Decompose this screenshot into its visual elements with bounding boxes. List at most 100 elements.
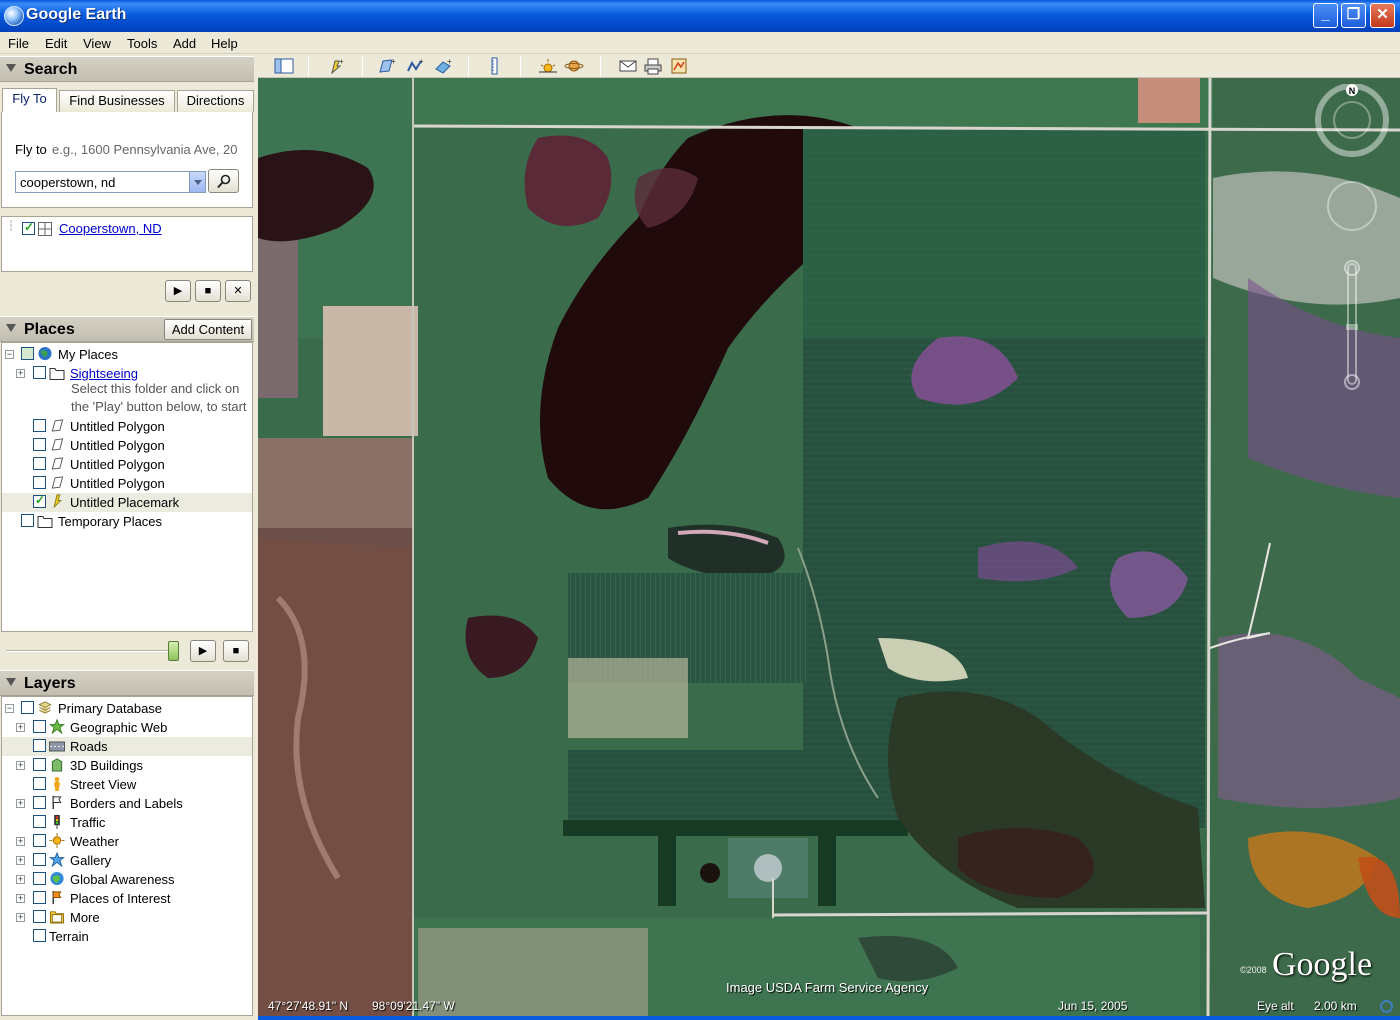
item-checkbox[interactable] (33, 366, 46, 379)
zoom-out-icon[interactable] (1344, 374, 1360, 390)
tab-directions[interactable]: Directions (177, 90, 254, 112)
layer-primary-database[interactable]: − Primary Database (2, 699, 252, 718)
expand-toggle[interactable]: + (16, 894, 25, 903)
collapse-triangle-icon[interactable] (6, 678, 16, 686)
navigation-controls[interactable]: N (1314, 84, 1400, 414)
satellite-imagery[interactable] (258, 78, 1400, 1020)
minimize-button[interactable]: _ (1313, 3, 1338, 28)
expand-toggle[interactable]: + (16, 856, 25, 865)
layer-checkbox[interactable] (33, 910, 46, 923)
layer-roads[interactable]: Roads (2, 737, 252, 756)
layer-checkbox[interactable] (33, 777, 46, 790)
search-input[interactable] (15, 171, 206, 193)
add-image-overlay-icon[interactable]: + (434, 57, 454, 75)
sunlight-icon[interactable] (538, 57, 558, 75)
tree-item-temporary-places[interactable]: Temporary Places (2, 512, 252, 531)
clear-results-button[interactable]: ✕ (225, 280, 251, 302)
item-label[interactable]: Sightseeing (70, 366, 138, 381)
email-icon[interactable] (618, 57, 638, 75)
tree-item-polygon[interactable]: Untitled Polygon (2, 417, 252, 436)
look-joystick[interactable] (1315, 84, 1389, 157)
view-in-maps-icon[interactable] (669, 57, 689, 75)
result-checkbox[interactable] (22, 220, 35, 235)
menu-add[interactable]: Add (173, 36, 196, 51)
layer-global-awareness[interactable]: + Global Awareness (2, 870, 252, 889)
expand-toggle[interactable]: + (16, 799, 25, 808)
layer-more[interactable]: + More (2, 908, 252, 927)
maximize-button[interactable]: ❐ (1341, 3, 1366, 28)
tree-item-placemark[interactable]: Untitled Placemark (2, 493, 252, 512)
tree-item-my-places[interactable]: − My Places (2, 345, 252, 364)
tab-fly-to[interactable]: Fly To (2, 88, 57, 113)
layer-checkbox[interactable] (33, 891, 46, 904)
sidebar-toggle-icon[interactable] (274, 57, 294, 75)
layer-borders-labels[interactable]: + Borders and Labels (2, 794, 252, 813)
layers-panel-header[interactable]: Layers (0, 670, 254, 696)
menu-edit[interactable]: Edit (45, 36, 67, 51)
layer-weather[interactable]: + Weather (2, 832, 252, 851)
play-tour-button[interactable]: ▶ (165, 280, 191, 302)
search-history-dropdown[interactable] (189, 172, 205, 192)
layer-checkbox[interactable] (33, 739, 46, 752)
menu-help[interactable]: Help (211, 36, 238, 51)
zoom-slider-thumb[interactable] (1346, 324, 1358, 330)
tab-find-businesses[interactable]: Find Businesses (59, 90, 175, 112)
expand-toggle[interactable]: + (16, 837, 25, 846)
collapse-triangle-icon[interactable] (6, 324, 16, 332)
layer-checkbox[interactable] (33, 758, 46, 771)
item-checkbox[interactable] (33, 493, 46, 508)
item-checkbox[interactable] (33, 438, 46, 451)
layer-geographic-web[interactable]: + Geographic Web (2, 718, 252, 737)
menu-file[interactable]: File (8, 36, 29, 51)
add-content-button[interactable]: Add Content (164, 319, 252, 340)
move-joystick[interactable] (1327, 181, 1377, 231)
layer-checkbox[interactable] (21, 701, 34, 714)
item-checkbox[interactable] (21, 514, 34, 527)
search-panel-header[interactable]: Search (0, 56, 254, 82)
layer-terrain[interactable]: Terrain (2, 927, 252, 946)
layer-checkbox[interactable] (33, 872, 46, 885)
tree-item-polygon[interactable]: Untitled Polygon (2, 474, 252, 493)
layer-checkbox[interactable] (33, 853, 46, 866)
expand-toggle[interactable]: + (16, 913, 25, 922)
slider-track[interactable] (6, 650, 176, 652)
expand-toggle[interactable]: + (16, 875, 25, 884)
tree-item-polygon[interactable]: Untitled Polygon (2, 436, 252, 455)
close-button[interactable]: ✕ (1370, 3, 1395, 28)
search-result-item[interactable]: ┆ Cooperstown, ND (2, 219, 252, 237)
tree-item-polygon[interactable]: Untitled Polygon (2, 455, 252, 474)
slider-thumb[interactable] (168, 641, 179, 661)
add-path-icon[interactable]: + (406, 57, 426, 75)
collapse-toggle[interactable]: − (5, 350, 14, 359)
expand-toggle[interactable]: + (16, 723, 25, 732)
menu-tools[interactable]: Tools (127, 36, 157, 51)
item-checkbox[interactable] (33, 419, 46, 432)
layer-traffic[interactable]: Traffic (2, 813, 252, 832)
layer-places-of-interest[interactable]: + Places of Interest (2, 889, 252, 908)
places-panel-header[interactable]: Places Add Content (0, 316, 254, 342)
search-button[interactable] (208, 169, 239, 193)
item-checkbox[interactable] (21, 347, 34, 360)
print-icon[interactable] (643, 57, 663, 75)
collapse-triangle-icon[interactable] (6, 64, 16, 72)
add-placemark-icon[interactable]: + (326, 57, 346, 75)
sky-planet-icon[interactable] (564, 57, 584, 75)
expand-toggle[interactable]: + (16, 369, 25, 378)
expand-toggle[interactable]: + (16, 761, 25, 770)
layer-3d-buildings[interactable]: + 3D Buildings (2, 756, 252, 775)
item-checkbox[interactable] (33, 476, 46, 489)
layer-gallery[interactable]: + Gallery (2, 851, 252, 870)
add-polygon-icon[interactable]: + (378, 57, 398, 75)
menu-view[interactable]: View (83, 36, 111, 51)
collapse-toggle[interactable]: − (5, 704, 14, 713)
stop-tour-button[interactable]: ■ (223, 640, 249, 662)
earth-3d-view[interactable]: N ©2008 Google Image USDA Farm Service A… (258, 78, 1400, 1020)
ruler-icon[interactable] (484, 57, 504, 75)
layer-checkbox[interactable] (33, 815, 46, 828)
layer-checkbox[interactable] (33, 720, 46, 733)
item-checkbox[interactable] (33, 457, 46, 470)
stop-tour-button[interactable]: ■ (195, 280, 221, 302)
result-link[interactable]: Cooperstown, ND (59, 221, 162, 236)
layer-checkbox[interactable] (33, 929, 46, 942)
layer-street-view[interactable]: Street View (2, 775, 252, 794)
